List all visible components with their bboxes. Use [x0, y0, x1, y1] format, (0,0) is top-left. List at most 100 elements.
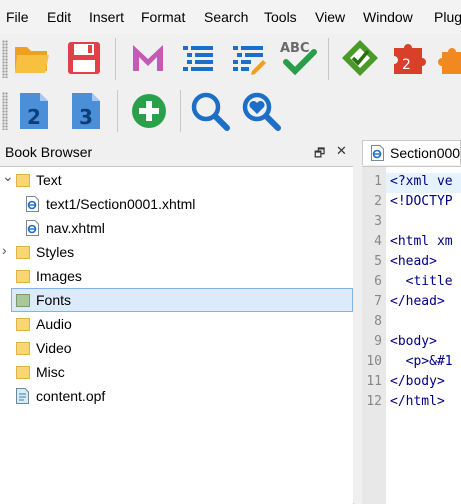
close-icon[interactable]: ✕ — [336, 143, 347, 159]
dock-splitter[interactable] — [353, 140, 359, 503]
tree-item-nav[interactable]: nav.xhtml — [0, 216, 353, 240]
menu-window[interactable]: Window — [363, 9, 413, 25]
collapse-arrow-icon[interactable]: › — [2, 242, 7, 258]
main-toolbar: ABC 2 — [0, 34, 461, 84]
book-browser-title: Book Browser — [5, 144, 93, 160]
toolbar-separator — [117, 90, 118, 132]
tree-item-misc-folder[interactable]: Misc — [0, 360, 353, 384]
table-of-contents-icon — [183, 46, 213, 71]
plugin-button[interactable]: 2 — [390, 38, 430, 78]
menu-plugins[interactable]: Plug — [434, 9, 461, 25]
edit-toc-button[interactable] — [228, 38, 268, 78]
toolbar-separator — [180, 90, 181, 132]
edit-toc-icon — [233, 46, 266, 75]
menu-insert[interactable]: Insert — [89, 9, 124, 25]
menu-search[interactable]: Search — [204, 9, 248, 25]
menu-view[interactable]: View — [315, 9, 345, 25]
code-editor[interactable]: <?xml ve <!DOCTYP <html xm <head> <title… — [386, 166, 461, 504]
xhtml-file-icon — [26, 196, 39, 212]
expand-arrow-icon[interactable]: ⌄ — [2, 168, 14, 185]
folder-icon — [16, 270, 30, 283]
tree-item-images-folder[interactable]: Images — [0, 264, 353, 288]
line-number-gutter: 1 2 3 4 5 6 7 8 9 10 11 12 — [362, 166, 386, 504]
folder-icon — [16, 246, 30, 259]
book-browser-titlebar: Book Browser 🗗 ✕ — [0, 140, 356, 165]
heading-3-label: 3 — [79, 105, 93, 129]
folder-icon — [16, 174, 30, 187]
line-number: 3 — [374, 214, 382, 229]
code-line: </html> — [390, 394, 445, 409]
plugin-button-2[interactable] — [438, 38, 461, 78]
toc-button[interactable] — [178, 38, 218, 78]
plugin-number: 2 — [402, 57, 411, 73]
tree-item-text-folder[interactable]: ⌄ Text — [0, 168, 353, 192]
tree-item-fonts-folder[interactable]: Fonts — [0, 288, 353, 312]
save-button[interactable] — [64, 38, 104, 78]
save-icon — [68, 42, 100, 74]
folder-icon — [16, 366, 30, 379]
xhtml-file-icon — [371, 145, 384, 161]
code-line: </body> — [390, 374, 445, 389]
code-line: <?xml ve — [390, 174, 453, 189]
opf-file-icon — [16, 388, 29, 404]
tree-item-label: text1/Section0001.xhtml — [46, 196, 196, 212]
tree-item-label: content.opf — [36, 388, 106, 404]
folder-icon — [16, 342, 30, 355]
spellcheck-icon: ABC — [280, 41, 317, 76]
line-number: 8 — [374, 314, 382, 329]
tree-item-audio-folder[interactable]: Audio — [0, 312, 353, 336]
spellcheck-text: ABC — [280, 41, 310, 56]
add-button[interactable] — [129, 91, 169, 131]
search-icon — [191, 92, 230, 131]
epubcheck-icon — [342, 40, 378, 76]
code-line: <title — [390, 274, 453, 289]
heading-2-label: 2 — [27, 105, 41, 129]
add-icon — [132, 94, 166, 128]
find-button[interactable] — [190, 91, 230, 131]
tree-item-label: Fonts — [36, 292, 72, 308]
code-line: <!DOCTYP — [390, 194, 453, 209]
secondary-toolbar: 2 3 — [0, 86, 461, 136]
line-number: 10 — [366, 354, 382, 369]
plugin-2-icon: 2 — [394, 44, 426, 74]
code-line: <html xm — [390, 234, 453, 249]
float-icon[interactable]: 🗗 — [314, 144, 325, 165]
code-line: <head> — [390, 254, 437, 269]
saved-searches-button[interactable] — [241, 91, 281, 131]
code-line: </head> — [390, 294, 445, 309]
tree-item-label: Styles — [36, 244, 75, 260]
toolbar-separator — [328, 38, 329, 80]
tree-item-label: Images — [36, 268, 82, 284]
saved-search-icon — [242, 92, 281, 131]
heading-2-icon: 2 — [20, 93, 48, 129]
spellcheck-button[interactable]: ABC — [278, 38, 318, 78]
metadata-editor-button[interactable] — [128, 38, 168, 78]
editor-tab-label: Section0001 — [390, 145, 461, 161]
tree-item-content-opf[interactable]: content.opf — [0, 384, 353, 408]
toolbar-grip[interactable] — [2, 92, 8, 130]
menu-tools[interactable]: Tools — [264, 9, 297, 25]
code-line: <body> — [390, 334, 437, 349]
epubcheck-button[interactable] — [340, 38, 380, 78]
tree-item-video-folder[interactable]: Video — [0, 336, 353, 360]
line-number: 5 — [374, 254, 382, 269]
menu-file[interactable]: File — [6, 9, 29, 25]
line-number: 11 — [366, 374, 382, 389]
line-number: 4 — [374, 234, 382, 249]
menu-edit[interactable]: Edit — [47, 9, 71, 25]
tree-item-label: Text — [36, 172, 62, 188]
heading-3-button[interactable]: 3 — [66, 91, 106, 131]
open-folder-icon — [15, 47, 49, 73]
tree-item-styles-folder[interactable]: › Styles — [0, 240, 353, 264]
menu-format[interactable]: Format — [141, 9, 185, 25]
line-number: 12 — [366, 394, 382, 409]
heading-2-button[interactable]: 2 — [14, 91, 54, 131]
toolbar-grip[interactable] — [2, 40, 8, 78]
open-button[interactable] — [12, 38, 52, 78]
line-number: 7 — [374, 294, 382, 309]
xhtml-file-icon — [26, 220, 39, 236]
tree-item-section0001[interactable]: text1/Section0001.xhtml — [0, 192, 353, 216]
menu-bar: File Edit Insert Format Search Tools Vie… — [0, 0, 461, 34]
toolbar-separator — [115, 38, 116, 80]
editor-tab[interactable]: Section0001 — [362, 140, 461, 165]
